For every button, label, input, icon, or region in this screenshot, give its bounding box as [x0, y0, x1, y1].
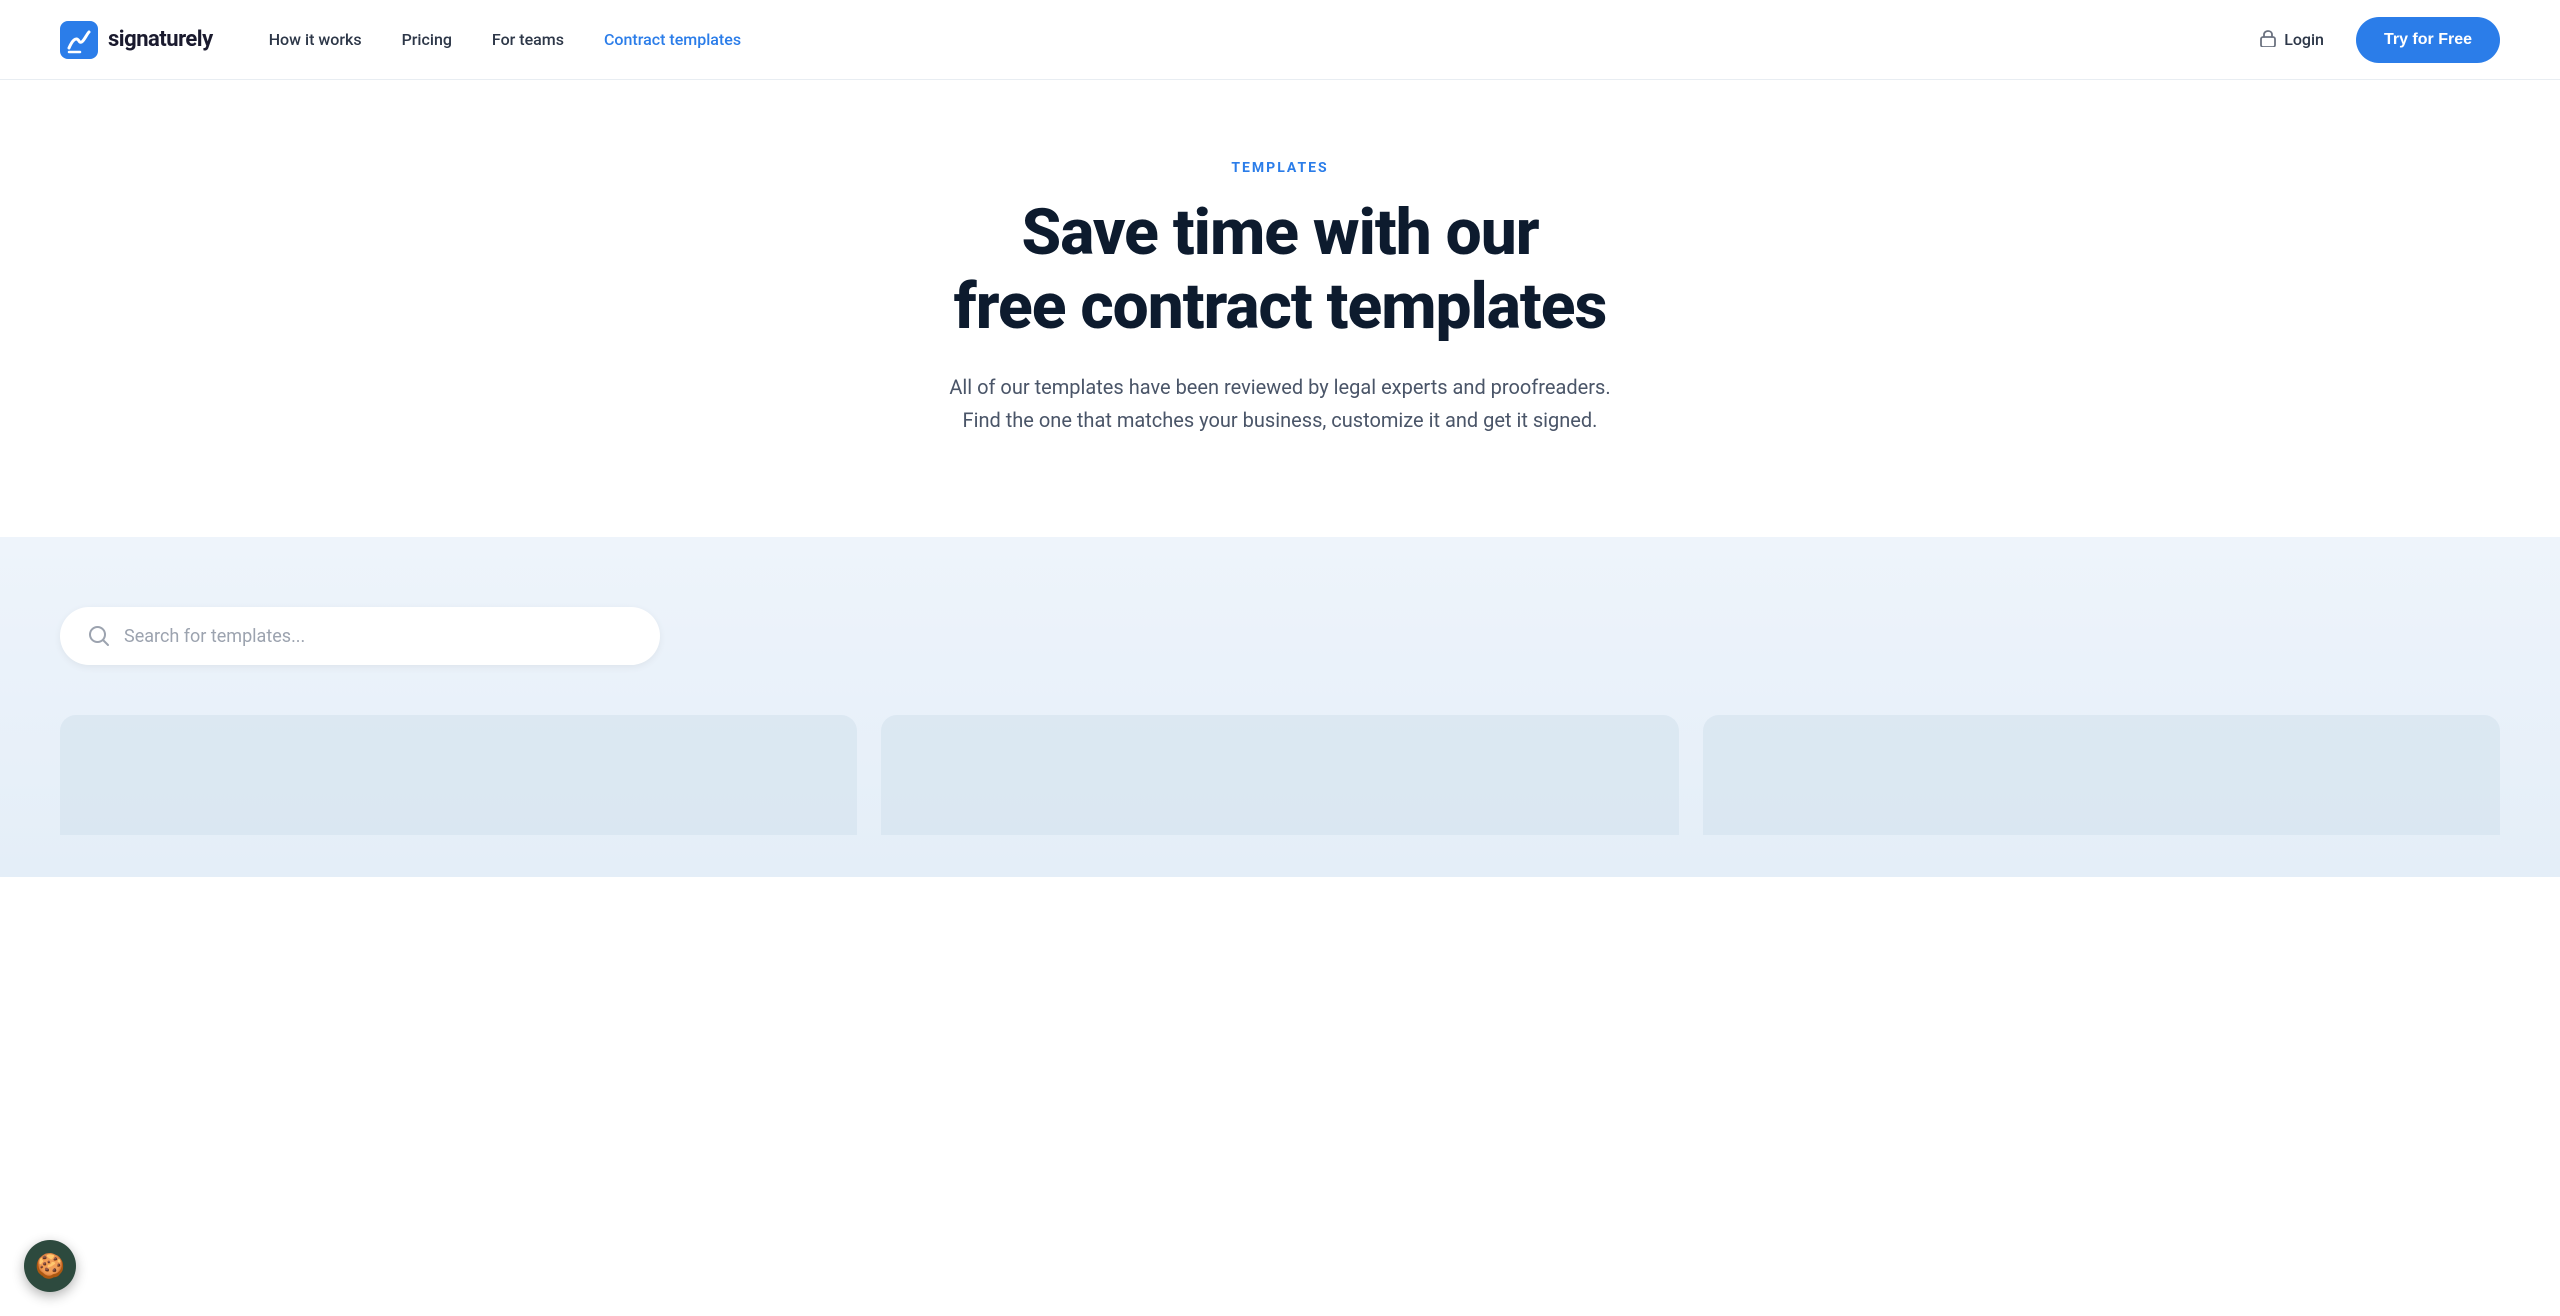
hero-label: TEMPLATES — [40, 160, 2520, 176]
search-icon — [88, 625, 110, 647]
hero-title-line2: free contract templates — [954, 269, 1607, 344]
lock-icon — [2260, 29, 2276, 51]
nav-pricing[interactable]: Pricing — [386, 22, 468, 57]
try-for-free-button[interactable]: Try for Free — [2356, 17, 2500, 63]
navbar-left: signaturely How it works Pricing For tea… — [60, 21, 757, 59]
nav-contract-templates[interactable]: Contract templates — [588, 22, 757, 57]
hero-section: TEMPLATES Save time with our free contra… — [0, 80, 2560, 537]
cookie-button[interactable]: 🍪 — [24, 1240, 76, 1292]
hero-title: Save time with our free contract templat… — [930, 196, 1630, 343]
logo[interactable]: signaturely — [60, 21, 213, 59]
template-cards-row — [60, 715, 2500, 835]
nav-for-teams[interactable]: For teams — [476, 22, 580, 57]
nav-links: How it works Pricing For teams Contract … — [253, 22, 757, 57]
search-section — [0, 537, 2560, 877]
hero-subtitle: All of our templates have been reviewed … — [940, 371, 1620, 437]
logo-text: signaturely — [108, 27, 213, 52]
template-card-2[interactable] — [881, 715, 1678, 835]
navbar-right: Login Try for Free — [2244, 17, 2500, 63]
search-container — [60, 607, 700, 665]
login-button[interactable]: Login — [2244, 21, 2340, 59]
template-card-3[interactable] — [1703, 715, 2500, 835]
search-bar — [60, 607, 660, 665]
template-card-1[interactable] — [60, 715, 857, 835]
nav-how-it-works[interactable]: How it works — [253, 22, 378, 57]
login-label: Login — [2284, 30, 2324, 49]
logo-icon — [60, 21, 98, 59]
hero-title-line1: Save time with our — [1021, 195, 1538, 270]
navbar: signaturely How it works Pricing For tea… — [0, 0, 2560, 80]
cookie-icon: 🍪 — [35, 1252, 65, 1281]
search-input[interactable] — [124, 626, 632, 647]
